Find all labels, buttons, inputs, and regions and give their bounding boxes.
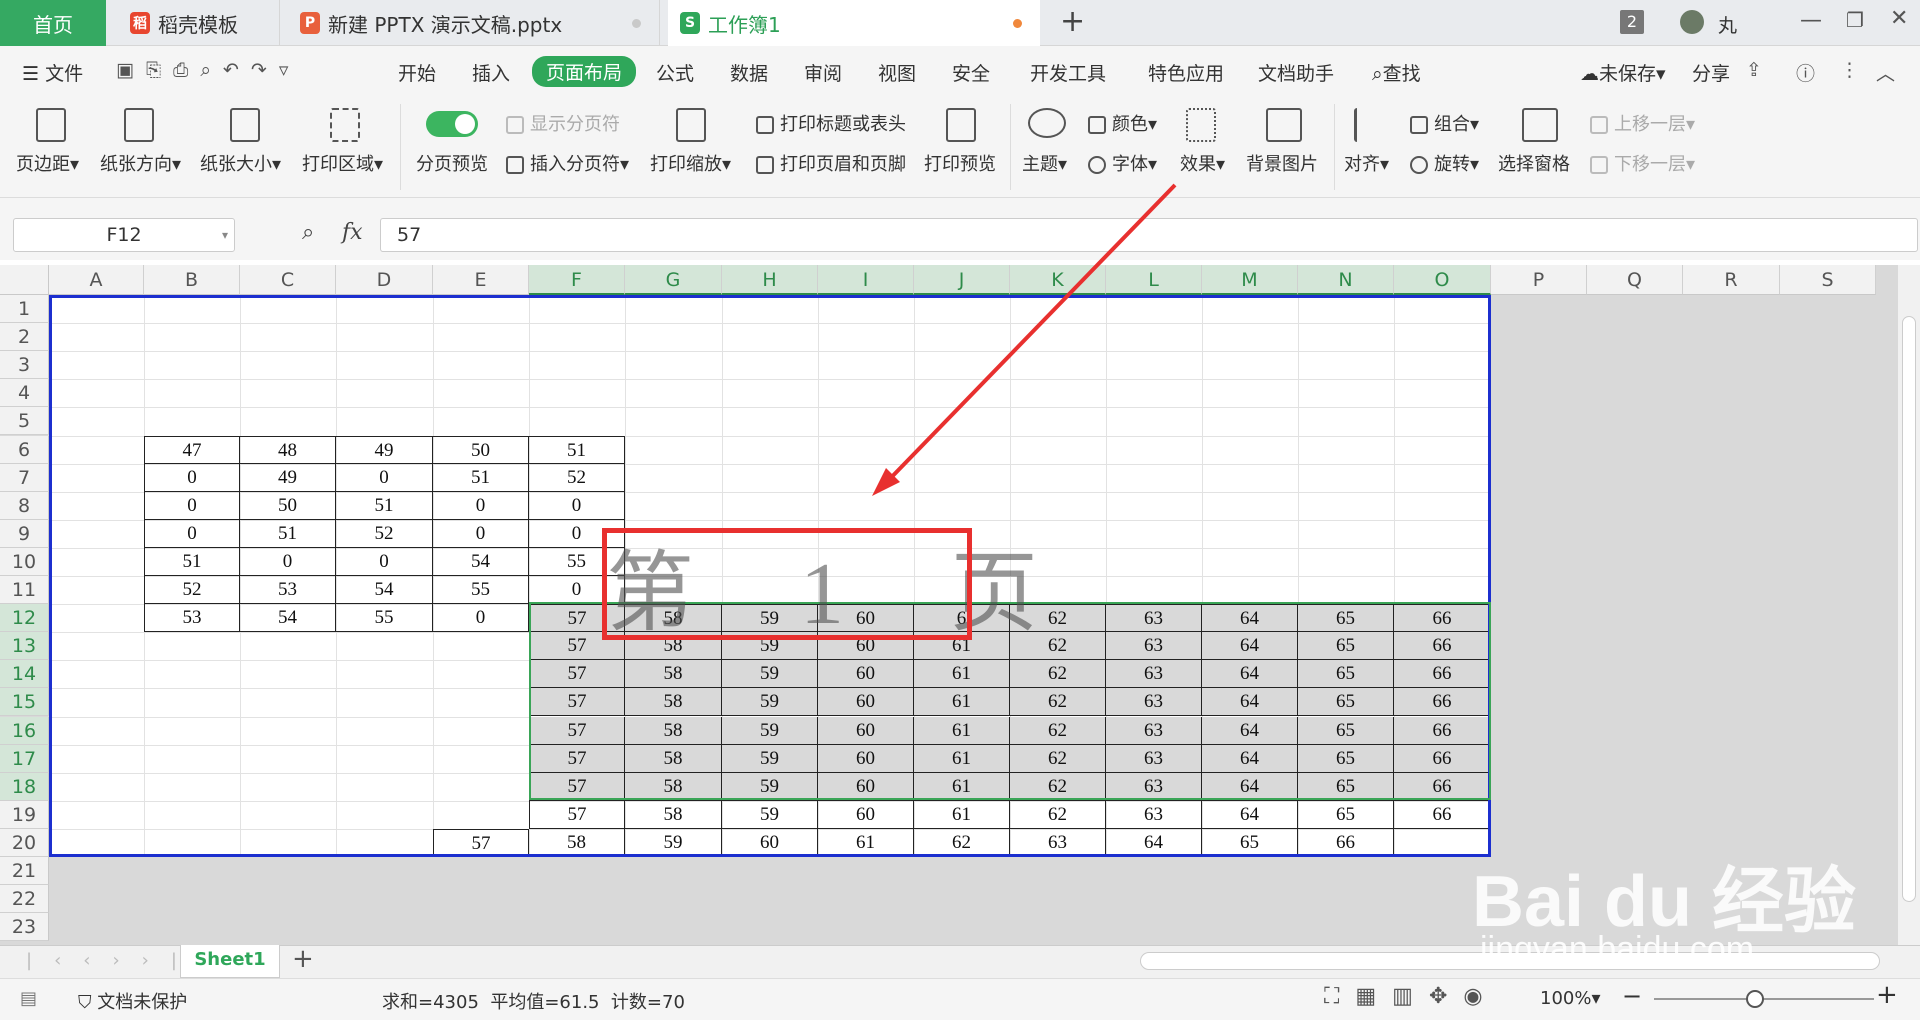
shield-icon: ⛉ — [78, 992, 92, 1013]
sheet-tab-sheet1[interactable]: Sheet1 — [180, 945, 280, 978]
zoom-slider[interactable] — [1654, 998, 1874, 1000]
baidu-url: jingyan.baidu.com — [1480, 930, 1755, 968]
selection-stats: 求和=4305 平均值=61.5 计数=70 — [382, 992, 685, 1013]
page-icon[interactable]: ▤ — [20, 988, 37, 1009]
zoom-level[interactable]: 100%▾ — [1540, 988, 1601, 1009]
add-sheet-button[interactable]: + — [292, 944, 314, 974]
protect-status[interactable]: ⛉ 文档未保护 — [78, 988, 187, 1014]
sheet-nav-arrows[interactable]: |‹‹››| — [26, 950, 199, 971]
protect-label: 文档未保护 — [97, 992, 188, 1013]
vertical-scroll-thumb[interactable] — [1902, 316, 1916, 902]
zoom-slider-thumb[interactable] — [1746, 990, 1764, 1008]
zoom-in-button[interactable]: + — [1876, 980, 1898, 1010]
view-mode-icons[interactable]: ⛶▦▥✥◉ — [1324, 984, 1499, 1009]
zoom-out-button[interactable]: − — [1622, 982, 1642, 1010]
